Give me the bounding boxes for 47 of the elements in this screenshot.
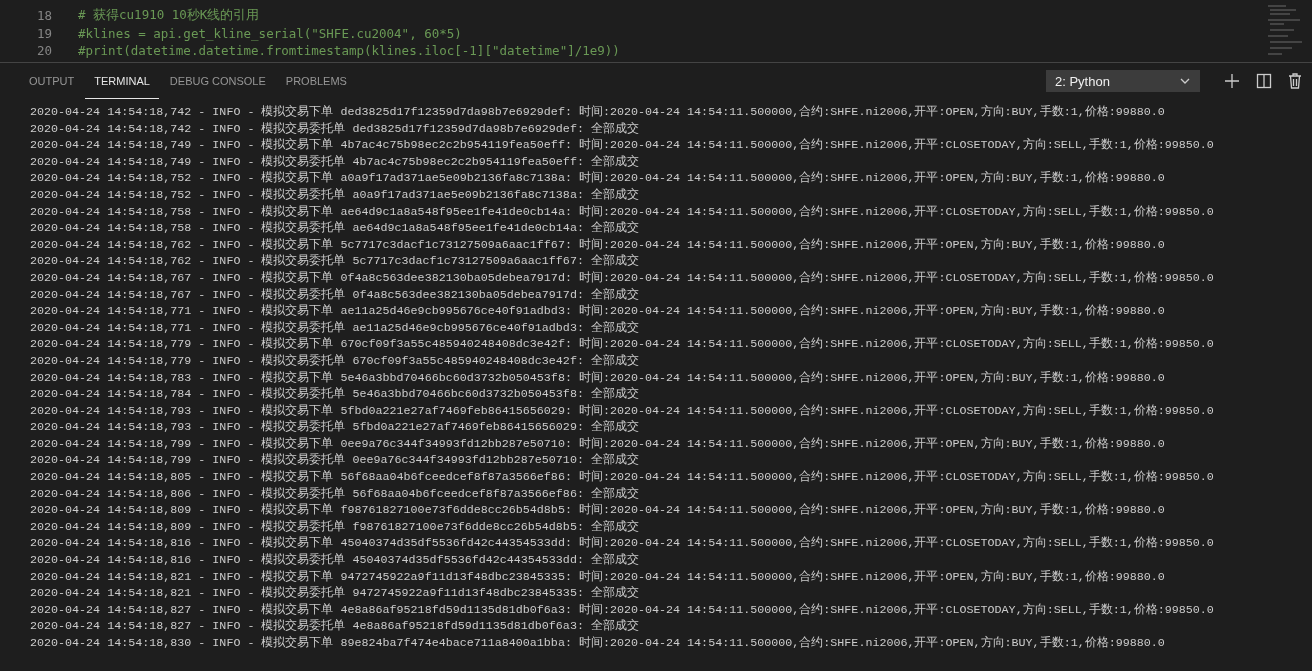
panel-tab[interactable]: DEBUG CONSOLE [160, 63, 275, 99]
log-line: 2020-04-24 14:54:18,821 - INFO - 模拟交易委托单 9472745922a9f11d13f48dbc23845335: 全部成交 [30, 585, 639, 602]
log-line: 2020-04-24 14:54:18,827 - INFO - 模拟交易下单 4e8a86af95218fd59d1135d81db0f6a3: 时间:2020-04-24 14:54:11.500000,合约:SHFE.ni2006,开平:CLOSETODAY,方向:SELL,手数:1,价格:99850.0 [30, 601, 1214, 619]
plus-icon[interactable] [1224, 73, 1240, 89]
log-line: 2020-04-24 14:54:18,784 - INFO - 模拟交易委托单 5e46a3bbd70466bc60d3732b050453f8: 全部成交 [30, 386, 639, 403]
log-line: 2020-04-24 14:54:18,821 - INFO - 模拟交易下单 9472745922a9f11d13f48dbc23845335: 时间:2020-04-24 14:54:11.500000,合约:SHFE.ni2006,开平:OPEN,方向:BUY,手数:1,价格:99880.0 [30, 568, 1165, 586]
panel-tab[interactable]: OUTPUT [20, 63, 84, 99]
log-line: 2020-04-24 14:54:18,799 - INFO - 模拟交易下单 0ee9a76c344f34993fd12bb287e50710: 时间:2020-04-24 14:54:11.500000,合约:SHFE.ni2006,开平:OPEN,方向:BUY,手数:1,价格:99880.0 [30, 435, 1165, 453]
log-line: 2020-04-24 14:54:18,793 - INFO - 模拟交易委托单 5fbd0a221e27af7469feb86415656029: 全部成交 [30, 419, 639, 436]
terminal-select[interactable]: 2: Python [1046, 70, 1200, 92]
log-line: 2020-04-24 14:54:18,830 - INFO - 模拟交易下单 89e824ba7f474e4bace711a8400a1bba: 时间:2020-04-24 14:54:11.500000,合约:SHFE.ni2006,开平:OPEN,方向:BUY,手数:1,价格:99880.0 [30, 635, 1165, 652]
line-number: 18 [35, 8, 52, 24]
log-line: 2020-04-24 14:54:18,793 - INFO - 模拟交易下单 5fbd0a221e27af7469feb86415656029: 时间:2020-04-24 14:54:11.500000,合约:SHFE.ni2006,开平:CLOSETODAY,方向:SELL,手数:1,价格:99850.0 [30, 402, 1214, 420]
log-line: 2020-04-24 14:54:18,762 - INFO - 模拟交易委托单 5c7717c3dacf1c73127509a6aac1ff67: 全部成交 [30, 253, 639, 270]
log-line: 2020-04-24 14:54:18,783 - INFO - 模拟交易下单 5e46a3bbd70466bc60d3732b050453f8: 时间:2020-04-24 14:54:11.500000,合约:SHFE.ni2006,开平:OPEN,方向:BUY,手数:1,价格:99880.0 [30, 369, 1165, 387]
log-line: 2020-04-24 14:54:18,742 - INFO - 模拟交易委托单 ded3825d17f12359d7da98b7e6929def: 全部成交 [30, 120, 639, 138]
log-line: 2020-04-24 14:54:18,771 - INFO - 模拟交易委托单 ae11a25d46e9cb995676ce40f91adbd3: 全部成交 [30, 319, 639, 337]
log-line: 2020-04-24 14:54:18,809 - INFO - 模拟交易下单 f98761827100e73f6dde8cc26b54d8b5: 时间:2020-04-24 14:54:11.500000,合约:SHFE.ni2006,开平:OPEN,方向:BUY,手数:1,价格:99880.0 [30, 502, 1165, 519]
log-line: 2020-04-24 14:54:18,779 - INFO - 模拟交易委托单 670cf09f3a55c485940248408dc3e42f: 全部成交 [30, 352, 639, 370]
log-line: 2020-04-24 14:54:18,799 - INFO - 模拟交易委托单 0ee9a76c344f34993fd12bb287e50710: 全部成交 [30, 452, 639, 470]
code-comment: #print(datetime.datetime.fromtimestamp(klines.iloc[-1]["datetime"]/1e9)) [78, 43, 620, 59]
log-line: 2020-04-24 14:54:18,752 - INFO - 模拟交易委托单 a0a9f17ad371ae5e09b2136fa8c7138a: 全部成交 [30, 186, 639, 204]
split-icon[interactable] [1256, 73, 1272, 89]
log-line: 2020-04-24 14:54:18,767 - INFO - 模拟交易委托单 0f4a8c563dee382130ba05debea7917d: 全部成交 [30, 286, 639, 304]
log-line: 2020-04-24 14:54:18,779 - INFO - 模拟交易下单 670cf09f3a55c485940248408dc3e42f: 时间:2020-04-24 14:54:11.500000,合约:SHFE.ni2006,开平:CLOSETODAY,方向:SELL,手数:1,价格:99850.0 [30, 336, 1214, 353]
panel-tab[interactable]: TERMINAL [85, 63, 159, 99]
log-line: 2020-04-24 14:54:18,758 - INFO - 模拟交易委托单 ae64d9c1a8a548f95ee1fe41de0cb14a: 全部成交 [30, 220, 639, 237]
code-comment: # 获得cu1910 10秒K线的引用 [78, 7, 260, 25]
panel-tab[interactable]: PROBLEMS [276, 63, 356, 99]
log-line: 2020-04-24 14:54:18,767 - INFO - 模拟交易下单 0f4a8c563dee382130ba05debea7917d: 时间:2020-04-24 14:54:11.500000,合约:SHFE.ni2006,开平:CLOSETODAY,方向:SELL,手数:1,价格:99850.0 [30, 269, 1214, 287]
log-line: 2020-04-24 14:54:18,762 - INFO - 模拟交易下单 5c7717c3dacf1c73127509a6aac1ff67: 时间:2020-04-24 14:54:11.500000,合约:SHFE.ni2006,开平:OPEN,方向:BUY,手数:1,价格:99880.0 [30, 236, 1165, 254]
log-line: 2020-04-24 14:54:18,752 - INFO - 模拟交易下单 a0a9f17ad371ae5e09b2136fa8c7138a: 时间:2020-04-24 14:54:11.500000,合约:SHFE.ni2006,开平:OPEN,方向:BUY,手数:1,价格:99880.0 [30, 170, 1165, 187]
log-line: 2020-04-24 14:54:18,758 - INFO - 模拟交易下单 ae64d9c1a8a548f95ee1fe41de0cb14a: 时间:2020-04-24 14:54:11.500000,合约:SHFE.ni2006,开平:CLOSETODAY,方向:SELL,手数:1,价格:99850.0 [30, 203, 1214, 221]
log-line: 2020-04-24 14:54:18,809 - INFO - 模拟交易委托单 f98761827100e73f6dde8cc26b54d8b5: 全部成交 [30, 518, 639, 536]
line-number: 19 [35, 25, 52, 41]
log-line: 2020-04-24 14:54:18,805 - INFO - 模拟交易下单 56f68aa04b6fceedcef8f87a3566ef86: 时间:2020-04-24 14:54:11.500000,合约:SHFE.ni2006,开平:CLOSETODAY,方向:SELL,手数:1,价格:99850.0 [30, 469, 1214, 486]
code-comment: #klines = api.get_kline_serial("SHFE.cu2004", 60*5) [78, 25, 462, 41]
log-line: 2020-04-24 14:54:18,816 - INFO - 模拟交易委托单 45040374d35df5536fd42c44354533dd: 全部成交 [30, 552, 639, 569]
log-line: 2020-04-24 14:54:18,806 - INFO - 模拟交易委托单 56f68aa04b6fceedcef8f87a3566ef86: 全部成交 [30, 485, 639, 503]
trash-icon[interactable] [1288, 73, 1302, 89]
line-number: 20 [35, 43, 52, 59]
log-line: 2020-04-24 14:54:18,827 - INFO - 模拟交易委托单 4e8a86af95218fd59d1135d81db0f6a3: 全部成交 [30, 618, 639, 635]
log-line: 2020-04-24 14:54:18,749 - INFO - 模拟交易委托单 4b7ac4c75b98ec2c2b954119fea50eff: 全部成交 [30, 153, 639, 171]
log-line: 2020-04-24 14:54:18,771 - INFO - 模拟交易下单 ae11a25d46e9cb995676ce40f91adbd3: 时间:2020-04-24 14:54:11.500000,合约:SHFE.ni2006,开平:OPEN,方向:BUY,手数:1,价格:99880.0 [30, 303, 1165, 320]
log-line: 2020-04-24 14:54:18,742 - INFO - 模拟交易下单 ded3825d17f12359d7da98b7e6929def: 时间:2020-04-24 14:54:11.500000,合约:SHFE.ni2006,开平:OPEN,方向:BUY,手数:1,价格:99880.0 [30, 104, 1165, 121]
log-line: 2020-04-24 14:54:18,816 - INFO - 模拟交易下单 45040374d35df5536fd42c44354533dd: 时间:2020-04-24 14:54:11.500000,合约:SHFE.ni2006,开平:CLOSETODAY,方向:SELL,手数:1,价格:99850.0 [30, 535, 1214, 553]
log-line: 2020-04-24 14:54:18,749 - INFO - 模拟交易下单 4b7ac4c75b98ec2c2b954119fea50eff: 时间:2020-04-24 14:54:11.500000,合约:SHFE.ni2006,开平:CLOSETODAY,方向:SELL,手数:1,价格:99850.0 [30, 137, 1214, 154]
